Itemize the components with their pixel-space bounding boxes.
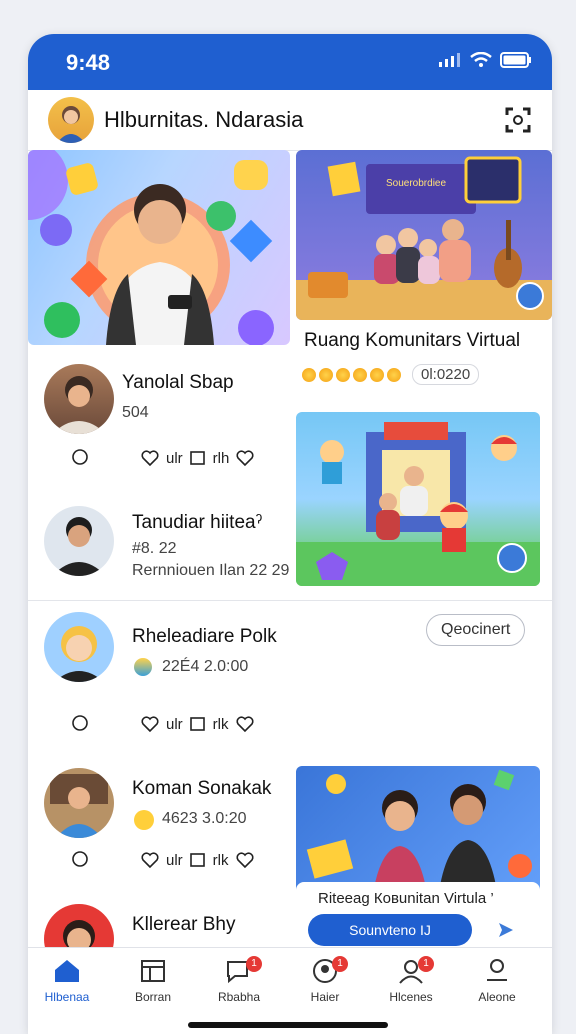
promo-button-label: Sounvteno IJ [349,922,431,938]
action-label: ulr [166,449,183,467]
item-name: Tanudiar hiiteaˀ [132,512,263,533]
item-sub: #8. 22 [132,540,177,557]
heart-icon[interactable] [235,449,255,467]
tab-chat[interactable]: 1 Rbabha [204,956,274,1004]
wifi-icon [470,52,492,67]
item-sub2: Rernniouen Ilan 22 29 [132,562,290,579]
share-icon[interactable] [189,715,207,733]
virtual-room-image[interactable]: Souerobrdiee [296,150,552,320]
heart-icon[interactable] [140,715,160,733]
heart-icon[interactable] [235,715,255,733]
status-bar: 9:48 [28,34,552,90]
item-name: Kllerear Bhy [132,914,236,935]
heart-icon[interactable] [140,851,160,869]
list-item[interactable]: Yanolal Sbaр 504 ulr rlh [28,364,293,474]
star-icon [319,367,333,382]
notification-badge: 1 [246,956,262,972]
feed: Souerobrdiee Ruang Komunitars Virtual 0l… [28,150,552,1034]
notification-badge: 1 [332,956,348,972]
app-header: Hlburnitas. Ndarasia [28,90,552,151]
battery-icon [500,52,531,68]
item-name: Koman Sonakak [132,778,272,799]
avatar [44,364,114,434]
action-label: ulr [166,851,183,869]
tab-home[interactable]: Hlbenaa [32,958,102,1004]
list-item[interactable]: Tanudiar hiiteaˀ #8. 22 Rernniouen Ilan … [28,506,293,596]
tab-account[interactable]: Aleone [462,958,532,1004]
notification-badge: 1 [418,956,434,972]
promo-card: Riteeag Ковunitan Virtula ’ Sounvteno IJ [296,882,540,954]
status-icons [438,52,532,68]
heart-icon[interactable] [140,449,160,467]
promo-title: Riteeag Ковunitan Virtula ’ [318,890,494,907]
avatar [44,612,114,682]
tab-label: Haier [310,990,340,1004]
tab-label: Borran [134,990,172,1004]
list-item[interactable]: Koman Sonakak 4623 3.0:20 ulr rlk [28,768,293,870]
star-icon [302,367,316,382]
comment-icon[interactable] [70,850,90,870]
send-icon[interactable] [496,920,516,940]
emoji-icon [134,658,152,676]
reconnect-button[interactable]: Qeocinert [426,614,526,646]
calendar-icon [141,960,165,982]
virtual-room-caption: Ruang Komunitars Virtual [304,330,521,351]
hero-card[interactable] [28,150,290,345]
header-avatar[interactable] [48,97,94,143]
avatar [44,506,114,576]
action-label: rlk [212,715,229,733]
scan-icon[interactable] [504,106,532,134]
share-icon[interactable] [189,449,207,467]
tab-label: Hlcenes [389,990,433,1004]
rating-text: 0l:0220 [412,364,480,385]
item-sub: 4623 3.0:20 [162,810,247,827]
item-sub: 504 [122,404,149,421]
item-sub: 22É4 2.0:00 [162,658,249,675]
heart-icon[interactable] [235,851,255,869]
community-image[interactable] [296,412,540,586]
tab-people[interactable]: 1 Haier [290,956,360,1004]
signal-icon [439,53,460,67]
divider [28,600,552,601]
phone-screen: 9:48 Hlburnitas. Ndarasia Souerobrdiee R… [28,34,552,1034]
item-name: Yanolal Sbaр [122,372,234,393]
item-actions: ulr rlk [70,850,255,870]
user-icon [487,959,507,981]
tab-profile[interactable]: 1 Hlcenes [376,956,446,1004]
list-item[interactable]: Rheleadiare Polk 22É4 2.0:00 ulr rlk [28,612,293,734]
emoji-icon [134,810,154,830]
board-text: Souerobrdiee [386,178,446,189]
share-icon[interactable] [189,851,207,869]
item-name: Rheleadiare Polk [132,626,277,647]
home-icon [55,960,79,982]
action-label: rlh [212,449,230,467]
home-indicator [188,1022,388,1028]
action-label: rlk [212,851,229,869]
tab-room[interactable]: Borran [118,958,188,1004]
item-actions: ulr rlk [70,714,255,734]
comment-icon[interactable] [70,714,90,734]
star-icon [336,367,350,382]
star-icon [387,367,401,382]
page-title: Hlburnitas. Ndarasia [104,107,304,132]
promo-button[interactable]: Sounvteno IJ [308,914,472,946]
star-icon [370,367,384,382]
action-label: ulr [166,715,183,733]
comment-icon[interactable] [70,448,90,468]
status-time: 9:48 [66,50,111,75]
tab-label: Rbabha [217,990,261,1004]
bottom-tab-bar: Hlbenaa Borran 1 Rbabha 1 Haier 1 Hlcene… [28,947,552,1034]
tab-label: Aleone [478,990,516,1004]
star-icon [353,367,367,382]
tab-label: Hlbenaa [44,990,90,1004]
avatar [44,768,114,838]
item-actions: ulr rlh [70,448,255,468]
rating: 0l:0220 [302,364,480,385]
